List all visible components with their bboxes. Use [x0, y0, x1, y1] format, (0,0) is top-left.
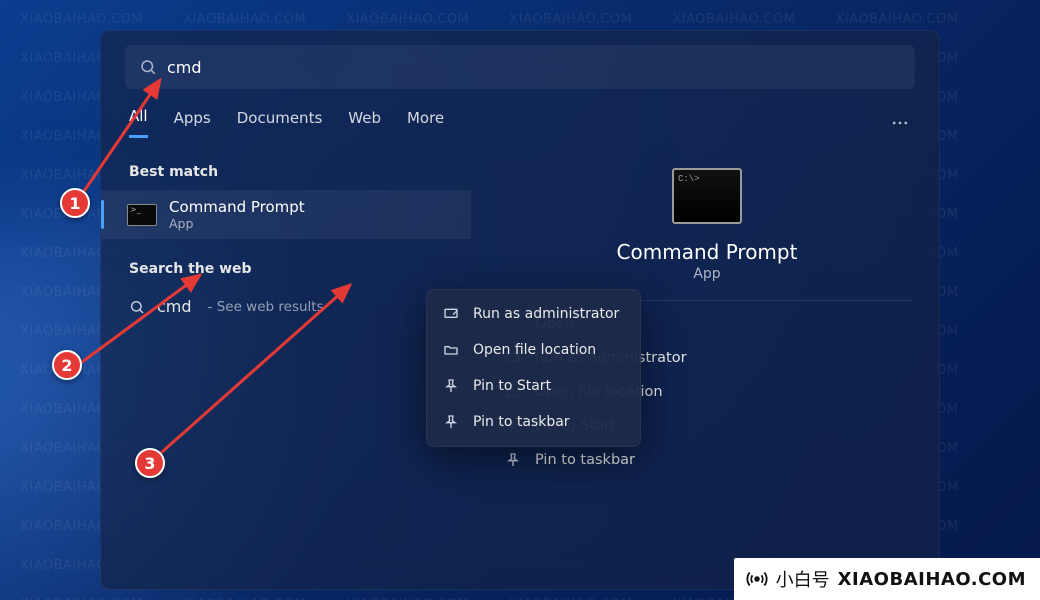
tab-all[interactable]: All: [129, 107, 148, 138]
brand-name: 小白号: [776, 566, 830, 592]
chevron-down-icon: [448, 112, 460, 124]
pin-icon: [443, 414, 459, 430]
tab-apps[interactable]: Apps: [174, 109, 211, 137]
ctx-open-location-label: Open file location: [473, 342, 596, 358]
filter-tabs: All Apps Documents Web More: [129, 107, 911, 138]
best-match-label: Best match: [101, 156, 471, 190]
search-bar[interactable]: [125, 45, 915, 89]
web-result-query: cmd: [157, 297, 192, 316]
pin-icon: [443, 378, 459, 394]
ctx-pin-start-label: Pin to Start: [473, 378, 551, 394]
search-input[interactable]: [157, 58, 901, 77]
ctx-run-admin[interactable]: Run as administrator: [427, 296, 640, 332]
tab-more-label: More: [407, 109, 444, 127]
search-icon: [129, 299, 145, 315]
result-command-prompt[interactable]: Command Prompt App: [101, 190, 471, 239]
preview-app-icon: [672, 168, 742, 224]
web-result-cmd[interactable]: cmd - See web results: [101, 287, 471, 326]
action-pin-taskbar[interactable]: Pin to taskbar: [501, 443, 913, 477]
ctx-pin-taskbar-label: Pin to taskbar: [473, 414, 570, 430]
account-link-icon[interactable]: [841, 112, 863, 134]
preview-title: Command Prompt: [617, 240, 798, 264]
brand-domain: XIAOBAIHAO.COM: [838, 569, 1026, 590]
preview-subtitle: App: [693, 266, 720, 282]
source-watermark: 小白号 XIAOBAIHAO.COM: [734, 558, 1040, 600]
ctx-pin-start[interactable]: Pin to Start: [427, 368, 640, 404]
context-menu: Run as administrator Open file location …: [426, 289, 641, 447]
tab-web[interactable]: Web: [348, 109, 381, 137]
results-left-pane: Best match Command Prompt App Search the…: [101, 146, 471, 570]
search-icon: [139, 58, 157, 76]
tab-documents[interactable]: Documents: [237, 109, 323, 137]
start-search-panel: All Apps Documents Web More Best match C…: [100, 30, 940, 590]
shield-admin-icon: [443, 306, 459, 322]
annotation-step-1: 1: [60, 188, 90, 218]
annotation-step-2: 2: [52, 350, 82, 380]
action-pin-taskbar-label: Pin to taskbar: [535, 452, 635, 468]
ctx-pin-taskbar[interactable]: Pin to taskbar: [427, 404, 640, 440]
annotation-step-3: 3: [135, 448, 165, 478]
result-title: Command Prompt: [169, 198, 305, 216]
ctx-open-location[interactable]: Open file location: [427, 332, 640, 368]
result-subtitle: App: [169, 216, 305, 231]
tab-more[interactable]: More: [407, 109, 460, 137]
command-prompt-icon: [127, 204, 157, 226]
folder-icon: [443, 342, 459, 358]
more-options-icon[interactable]: [889, 112, 911, 134]
web-result-suffix: - See web results: [208, 299, 324, 315]
search-web-label: Search the web: [101, 253, 471, 287]
ctx-run-admin-label: Run as administrator: [473, 306, 619, 322]
pin-icon: [505, 452, 521, 468]
broadcast-icon: [746, 568, 768, 590]
